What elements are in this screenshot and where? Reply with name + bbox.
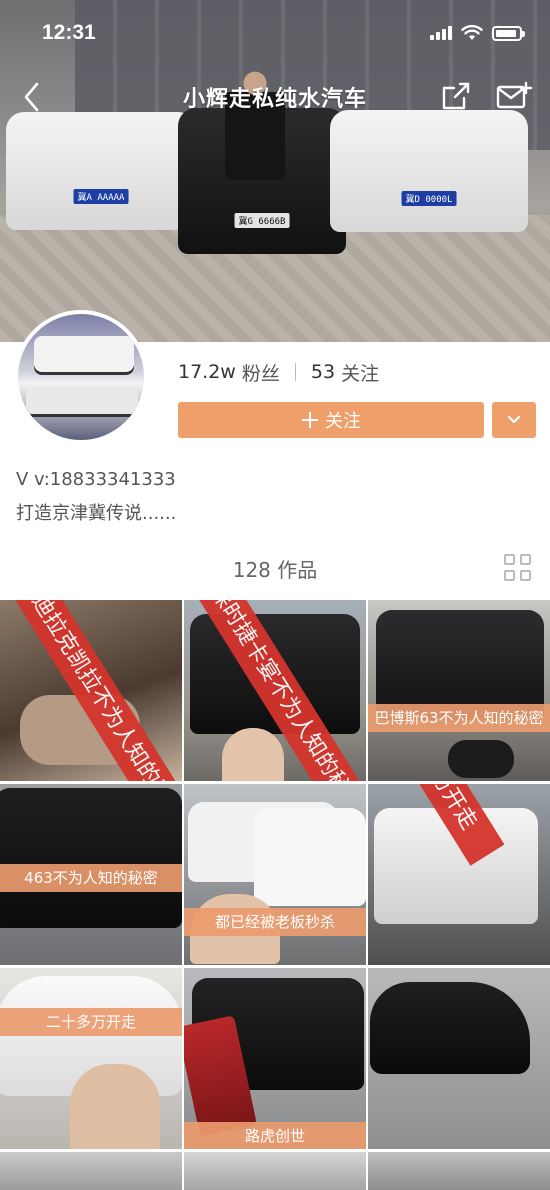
chevron-down-icon [507, 415, 521, 424]
battery-icon [492, 25, 525, 41]
tile-caption: 二十多万开走 [0, 1008, 182, 1036]
avatar[interactable] [14, 310, 148, 444]
share-icon[interactable] [440, 80, 472, 112]
follow-button-label: 关注 [325, 411, 361, 432]
cellular-signal-icon [430, 26, 452, 40]
bio-description: 打造京津冀传说...... [16, 503, 177, 524]
tile-caption: 都已经被老板秒杀 [184, 908, 366, 936]
following-label[interactable]: 关注 [341, 359, 379, 386]
more-options-button[interactable] [492, 402, 536, 438]
works-count: 128 作品 [232, 557, 318, 582]
avatar-car-top [34, 336, 134, 372]
video-tile[interactable]: 路虎创世 [184, 968, 366, 1149]
video-tile[interactable]: 保时捷卡宴不为人知的秘 [184, 600, 366, 781]
tile-car [0, 788, 182, 928]
avatar-car-bottom [26, 388, 138, 414]
cover-car-left: 冀A AAAAA [6, 112, 196, 230]
bio-contact: V v:18833341333 [16, 469, 176, 490]
tile-caption: 巴博斯63不为人知的秘密 [368, 704, 550, 732]
status-icons [430, 25, 525, 41]
page-title: 小辉走私纯水汽车 [182, 87, 367, 112]
video-tile[interactable]: 万开走 [368, 784, 550, 965]
status-time: 12:31 [42, 21, 96, 44]
cover-plate-center: 冀G 6666B [234, 213, 290, 228]
video-tile[interactable]: 巴博斯63不为人知的秘密 [368, 600, 550, 781]
tile-caption: 463不为人知的秘密 [0, 864, 182, 892]
grid-view-icon[interactable] [504, 554, 531, 581]
cover-plate-left: 冀A AAAAA [73, 189, 129, 204]
tile-key [448, 740, 514, 778]
video-tile[interactable]: 都已经被老板秒杀 [184, 784, 366, 965]
video-tile[interactable]: 凯迪拉克凯拉不为人知的秘 [0, 600, 182, 781]
cover-plate-right: 冀D 0000L [401, 191, 457, 206]
status-bar: 12:31 [0, 0, 550, 66]
following-count[interactable]: 53 [311, 361, 335, 383]
tile-car [370, 982, 530, 1074]
video-tile[interactable]: 二十多万开走 [0, 968, 182, 1149]
followers-label[interactable]: 粉丝 [242, 359, 280, 386]
video-tile[interactable] [0, 1152, 182, 1190]
tile-hand [70, 1064, 160, 1149]
video-tile[interactable] [184, 1152, 366, 1190]
tile-car [254, 808, 366, 906]
plus-icon [301, 411, 319, 429]
message-icon[interactable] [496, 81, 532, 111]
profile-stats: 17.2w 粉丝 53 关注 [178, 358, 379, 386]
back-arrow-icon[interactable] [18, 80, 48, 114]
video-tile[interactable] [368, 968, 550, 1149]
tile-caption: 路虎创世 [184, 1122, 366, 1149]
video-tile[interactable] [368, 1152, 550, 1190]
tile-hand [222, 728, 284, 781]
stats-divider [294, 363, 296, 381]
video-tile[interactable]: 463不为人知的秘密 [0, 784, 182, 965]
nav-bar: 小辉走私纯水汽车 [0, 66, 550, 128]
followers-count[interactable]: 17.2w [178, 361, 236, 383]
follow-button[interactable]: 关注 [178, 402, 484, 438]
cover-car-right: 冀D 0000L [330, 110, 528, 232]
wifi-icon [461, 25, 483, 40]
works-header: 128 作品 [0, 548, 550, 588]
